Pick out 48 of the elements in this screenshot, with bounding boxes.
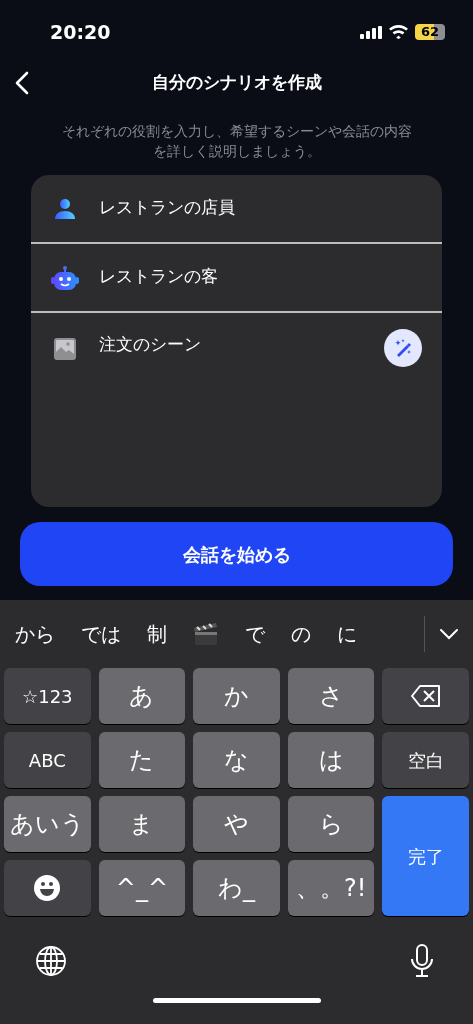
magic-wand-icon: [393, 338, 413, 358]
suggestion[interactable]: で: [245, 619, 265, 649]
microphone-icon: [410, 944, 434, 978]
magic-button[interactable]: [384, 329, 422, 367]
done-key[interactable]: 完了: [382, 796, 469, 916]
keyboard-key[interactable]: ☆123: [4, 668, 91, 724]
screen-title: 自分のシナリオを作成: [151, 71, 322, 95]
globe-icon: [35, 945, 67, 977]
suggestion[interactable]: に: [337, 619, 357, 649]
keyboard-key[interactable]: か: [193, 668, 280, 724]
text-field[interactable]: レストランの店員: [99, 196, 422, 221]
text-field[interactable]: 注文のシーン: [99, 333, 364, 358]
keyboard-key[interactable]: わ_: [193, 860, 280, 916]
chevron-down-icon: [439, 628, 459, 640]
suggestion[interactable]: 制: [147, 619, 167, 649]
keyboard-key[interactable]: 、。?!: [287, 860, 375, 916]
keyboard-key[interactable]: や: [193, 796, 280, 852]
robot-icon: [51, 264, 79, 291]
keyboard-key[interactable]: な: [193, 732, 280, 788]
wifi-icon: [389, 25, 408, 39]
back-icon: [15, 71, 29, 95]
keyboard-key[interactable]: あいう: [4, 796, 91, 852]
suggestion[interactable]: の: [291, 619, 311, 649]
image-icon: [53, 337, 77, 361]
clapperboard-icon[interactable]: [193, 622, 219, 646]
keyboard-key[interactable]: ^_^: [98, 860, 186, 916]
keyboard-key[interactable]: ま: [98, 796, 186, 852]
globe-button[interactable]: [34, 944, 68, 978]
description-text: それぞれの役割を入力し、希望するシーンや会話の内容を詳しく説明しましょう。: [60, 122, 413, 161]
keyboard-key[interactable]: ABC: [4, 732, 91, 788]
keyboard-key[interactable]: さ: [287, 668, 375, 724]
keyboard-key[interactable]: は: [287, 732, 375, 788]
delete-key[interactable]: [382, 668, 469, 724]
suggestion[interactable]: では: [81, 619, 121, 649]
battery-indicator: 62: [415, 24, 445, 40]
signal-icon: [360, 25, 382, 39]
backspace-icon: [410, 685, 441, 707]
keyboard-key[interactable]: あ: [98, 668, 186, 724]
keyboard-key[interactable]: 空白: [382, 732, 469, 788]
person-icon: [53, 196, 77, 221]
start-conversation-button[interactable]: 会話を始める: [20, 522, 453, 586]
smiley-icon: [33, 874, 62, 902]
emoji-key[interactable]: [4, 860, 91, 916]
keyboard-key[interactable]: た: [98, 732, 186, 788]
status-time: 20:20: [50, 19, 111, 45]
keyboard-key[interactable]: ら: [287, 796, 375, 852]
text-field[interactable]: レストランの客: [99, 265, 422, 290]
suggestion[interactable]: から: [15, 619, 55, 649]
